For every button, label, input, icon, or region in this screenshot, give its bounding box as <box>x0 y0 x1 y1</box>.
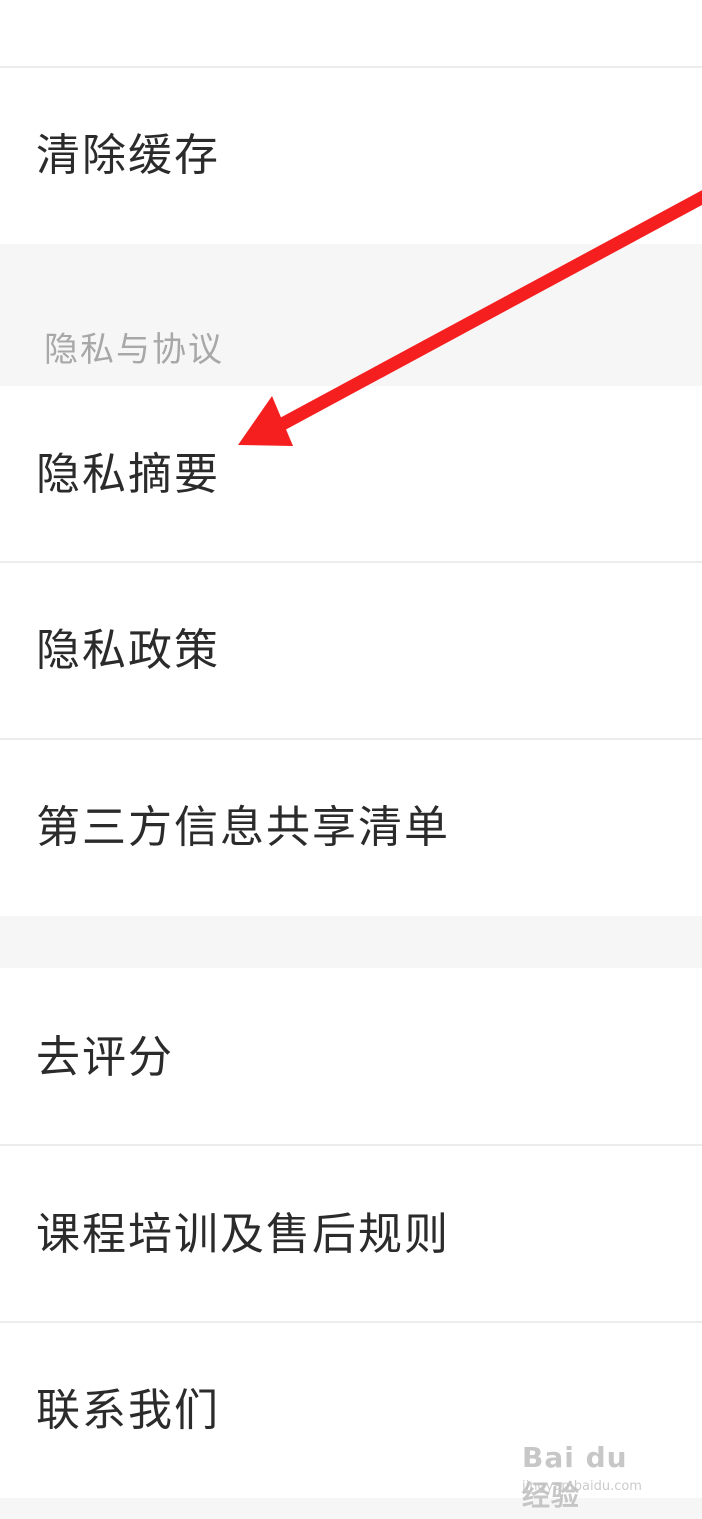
watermark-url: jingyan.baidu.com <box>522 1479 642 1494</box>
menu-item-third-party-list-label: 第三方信息共享清单 <box>36 802 450 853</box>
menu-item-clear-cache[interactable]: 清除缓存 <box>0 68 702 244</box>
menu-item-top-cut[interactable] <box>0 0 702 66</box>
menu-item-third-party-list[interactable]: 第三方信息共享清单 <box>0 740 702 916</box>
menu-item-privacy-summary-label: 隐私摘要 <box>36 449 220 500</box>
menu-item-contact-us-label: 联系我们 <box>36 1385 220 1436</box>
watermark-brand: Bai du 经验 <box>522 1441 628 1512</box>
section-header-privacy: 隐私与协议 <box>0 244 702 386</box>
menu-item-rate-label: 去评分 <box>36 1032 174 1083</box>
menu-item-course-rules-label: 课程培训及售后规则 <box>36 1209 450 1260</box>
menu-item-rate[interactable]: 去评分 <box>0 968 702 1144</box>
section-header-privacy-label: 隐私与协议 <box>44 330 224 370</box>
baidu-jingyan-watermark: Bai du 经验 jingyan.baidu.com <box>522 1433 662 1512</box>
menu-item-privacy-summary[interactable]: 隐私摘要 <box>0 386 702 561</box>
menu-item-privacy-policy[interactable]: 隐私政策 <box>0 563 702 738</box>
menu-item-course-rules[interactable]: 课程培训及售后规则 <box>0 1146 702 1321</box>
menu-item-clear-cache-label: 清除缓存 <box>36 130 220 181</box>
menu-item-privacy-policy-label: 隐私政策 <box>36 625 220 676</box>
section-gap <box>0 916 702 968</box>
settings-screen: 清除缓存 隐私与协议 隐私摘要 隐私政策 第三方信息共享清单 去评分 课程培训及… <box>0 0 702 1519</box>
